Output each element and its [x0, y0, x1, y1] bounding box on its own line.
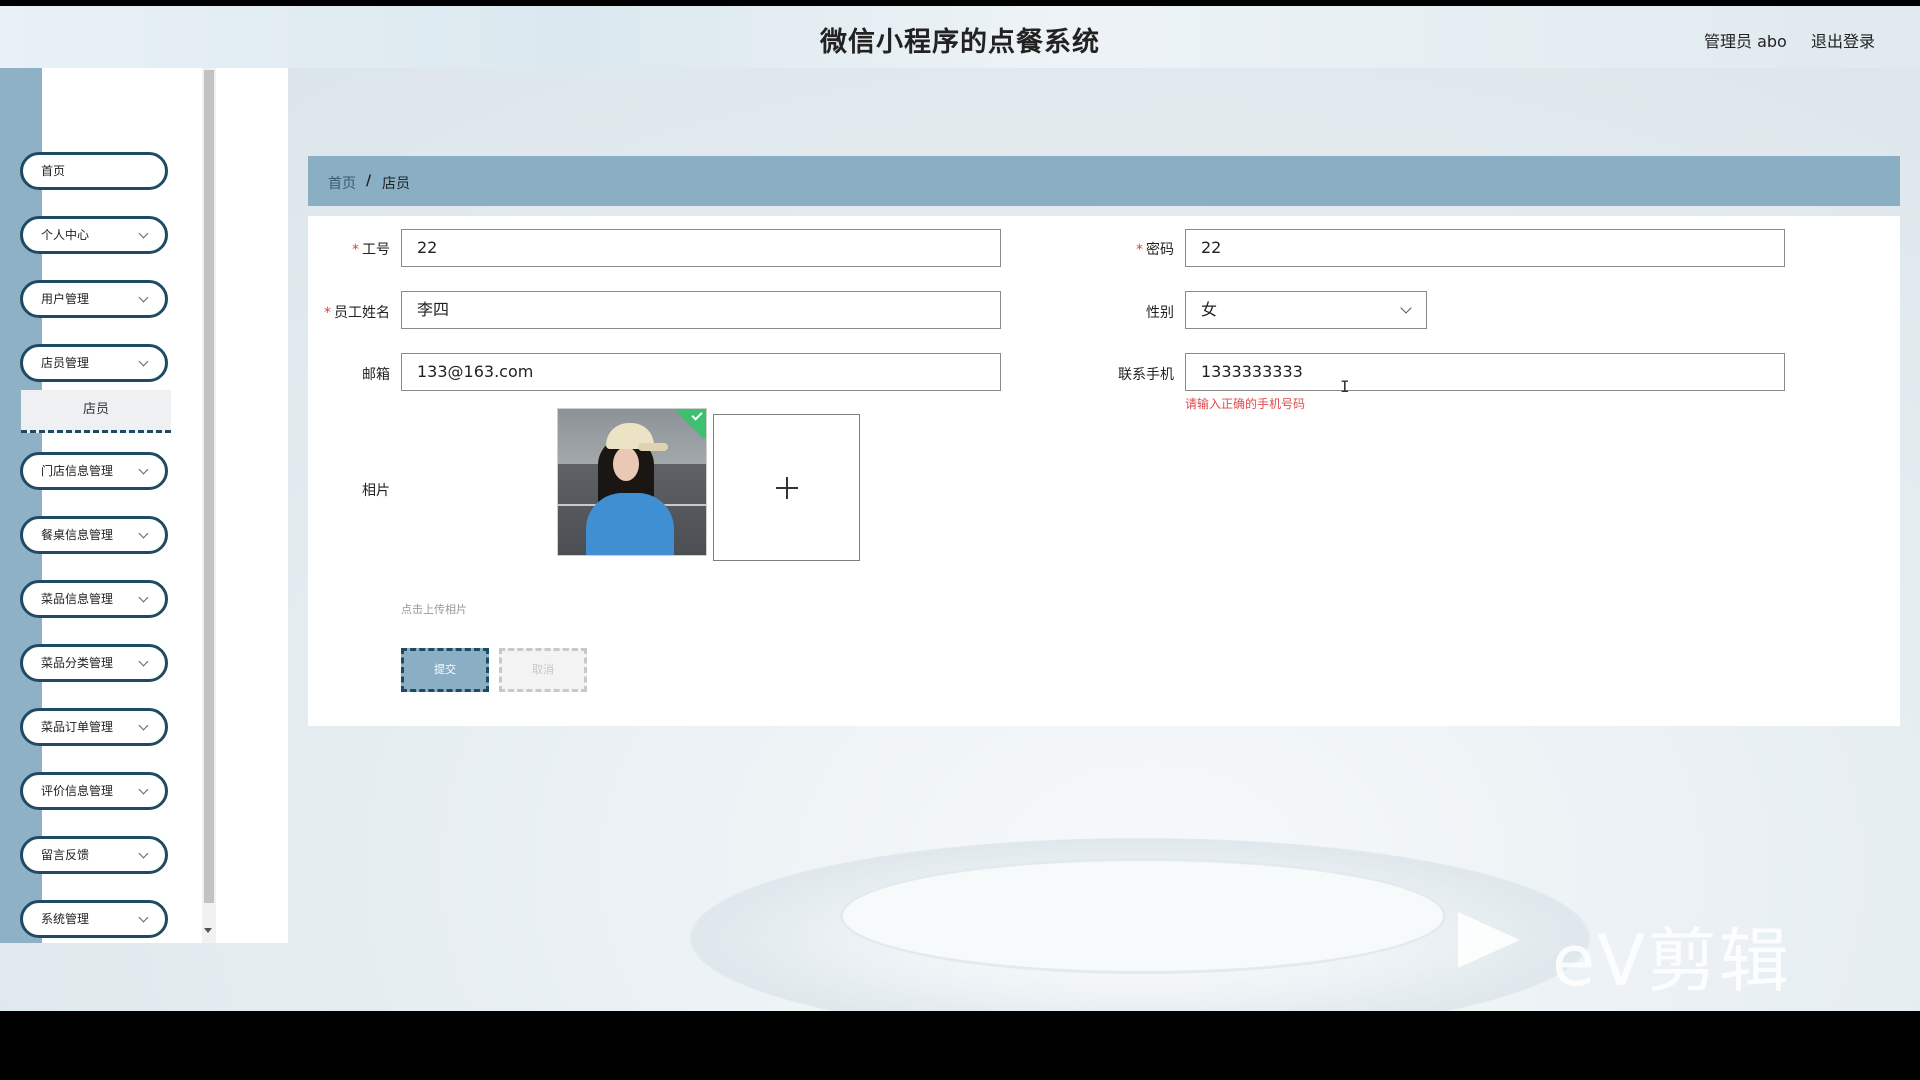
gender-label: 性别 [1146, 305, 1174, 321]
employee-id-label: * 工号 [352, 242, 390, 258]
sidebar-item-staff[interactable]: 店员管理 [20, 344, 168, 382]
photo-upload-hint: 点击上传相片 [401, 603, 467, 616]
phone-input[interactable]: 1333333333 [1185, 353, 1785, 391]
sidebar-item-label: 系统管理 [41, 912, 90, 926]
chevron-down-icon [138, 848, 149, 859]
plus-icon [786, 477, 788, 499]
chevron-down-icon [138, 228, 149, 239]
chevron-down-icon [138, 528, 149, 539]
sidebar-item-feedback[interactable]: 留言反馈 [20, 836, 168, 874]
sidebar-item-orders[interactable]: 菜品订单管理 [20, 708, 168, 746]
sidebar-item-label: 菜品订单管理 [41, 720, 114, 734]
chevron-down-icon [138, 356, 149, 367]
watermark-text: eV剪辑 [1552, 920, 1791, 1002]
sidebar-item-stores[interactable]: 门店信息管理 [20, 452, 168, 490]
sidebar-item-label: 用户管理 [41, 292, 90, 306]
photo-label: 相片 [362, 483, 390, 499]
password-label: * 密码 [1136, 242, 1174, 258]
sidebar-item-label: 店员管理 [41, 356, 90, 370]
chevron-down-icon [138, 912, 149, 923]
page-title: 微信小程序的点餐系统 [820, 27, 1100, 58]
chevron-down-icon [138, 720, 149, 731]
chevron-down-icon [138, 656, 149, 667]
name-input[interactable]: 李四 [401, 291, 1001, 329]
breadcrumb-separator: / [366, 173, 372, 189]
name-label: * 员工姓名 [324, 305, 390, 321]
background-platform-ring [840, 858, 1446, 974]
cancel-button[interactable]: 取消 [499, 648, 587, 692]
logout-link[interactable]: 退出登录 [1811, 28, 1875, 52]
sidebar-subitem-staff[interactable]: 店员 [21, 390, 171, 433]
sidebar-item-label: 菜品分类管理 [41, 656, 114, 670]
chevron-down-icon [1400, 302, 1412, 314]
sidebar-item-label: 门店信息管理 [41, 464, 114, 478]
text-cursor-icon: I [1340, 377, 1350, 396]
sidebar-item-label: 评价信息管理 [41, 784, 114, 798]
app-header: 微信小程序的点餐系统 管理员 abo 退出登录 [0, 6, 1920, 68]
phone-label: 联系手机 [1118, 367, 1174, 383]
submit-button[interactable]: 提交 [401, 648, 489, 692]
chevron-down-icon [138, 292, 149, 303]
chevron-down-icon [138, 464, 149, 475]
password-input[interactable]: 22 [1185, 229, 1785, 267]
sidebar-item-label: 留言反馈 [41, 848, 90, 862]
sidebar-item-label: 菜品信息管理 [41, 592, 114, 606]
sidebar-item-label: 首页 [41, 164, 66, 178]
sidebar-item-profile[interactable]: 个人中心 [20, 216, 168, 254]
sidebar-item-categories[interactable]: 菜品分类管理 [20, 644, 168, 682]
content-gutter [216, 68, 288, 943]
current-user: 管理员 abo [1704, 32, 1787, 51]
scroll-down-arrow-icon[interactable] [204, 928, 212, 933]
sidebar-item-system[interactable]: 系统管理 [20, 900, 168, 938]
uploaded-photo-thumbnail[interactable] [557, 408, 707, 556]
gender-select[interactable]: 女 [1185, 291, 1427, 329]
employee-id-input[interactable]: 22 [401, 229, 1001, 267]
sidebar-item-home[interactable]: 首页 [20, 152, 168, 190]
breadcrumb-home[interactable]: 首页 [328, 173, 356, 193]
watermark-logo-icon [1458, 912, 1520, 968]
sidebar-item-users[interactable]: 用户管理 [20, 280, 168, 318]
gender-select-value: 女 [1201, 300, 1218, 319]
sidebar-item-tables[interactable]: 餐桌信息管理 [20, 516, 168, 554]
sidebar-scrollbar-thumb[interactable] [204, 70, 214, 903]
photo-upload-button[interactable] [713, 414, 860, 561]
chevron-down-icon [138, 784, 149, 795]
email-label: 邮箱 [362, 367, 390, 383]
breadcrumb: 首页 / 店员 [308, 156, 1900, 206]
breadcrumb-current: 店员 [382, 176, 410, 192]
sidebar-item-label: 个人中心 [41, 228, 90, 242]
sidebar-menu-panel: 首页 个人中心 用户管理 店员管理 门店信息管理 餐桌信息管理 菜品信息管理 菜… [20, 68, 202, 943]
sidebar-strip [0, 68, 42, 943]
sidebar-item-reviews[interactable]: 评价信息管理 [20, 772, 168, 810]
sidebar-item-label: 餐桌信息管理 [41, 528, 114, 542]
chevron-down-icon [138, 592, 149, 603]
phone-error-message: 请输入正确的手机号码 [1185, 397, 1306, 411]
email-input[interactable]: 133@163.com [401, 353, 1001, 391]
sidebar-item-dishes[interactable]: 菜品信息管理 [20, 580, 168, 618]
